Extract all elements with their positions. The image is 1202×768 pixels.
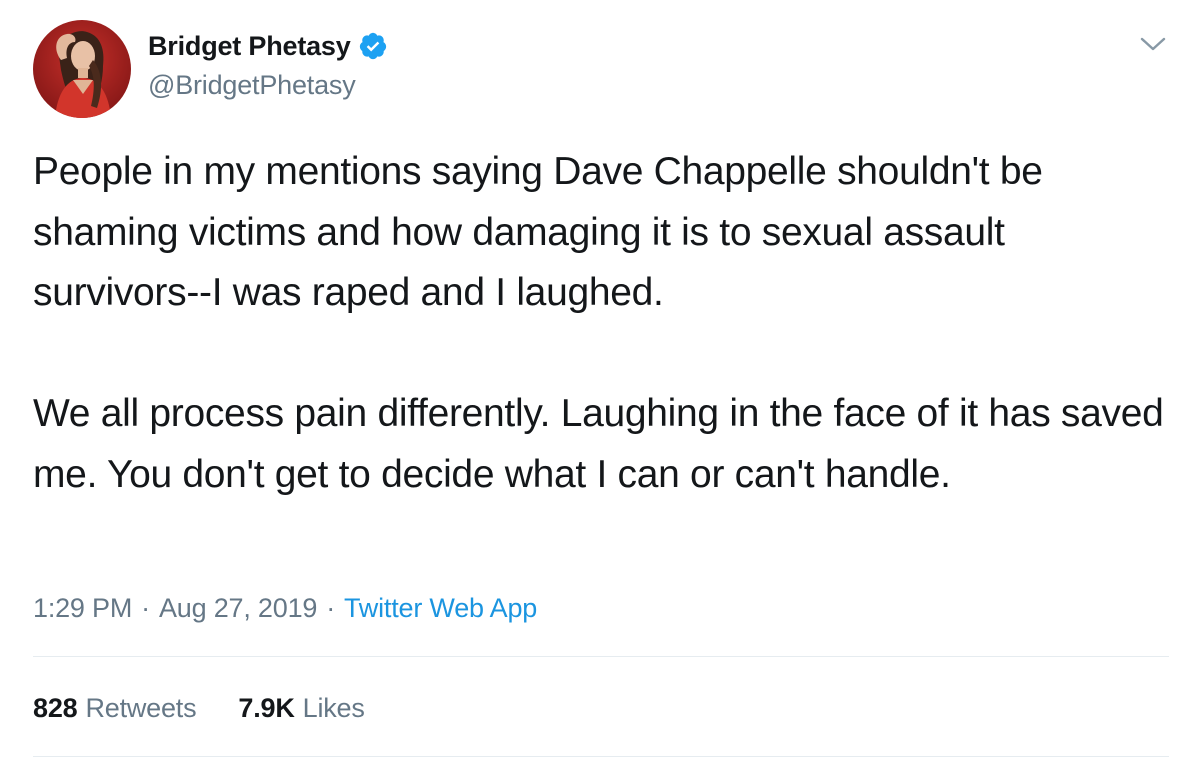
retweets-stat[interactable]: 828 Retweets	[33, 692, 197, 724]
verified-badge-icon	[358, 31, 388, 61]
tweet-paragraph: People in my mentions saying Dave Chappe…	[33, 150, 1043, 314]
meta-separator: ·	[326, 592, 335, 623]
author-display-name[interactable]: Bridget Phetasy	[148, 31, 351, 62]
divider	[33, 756, 1169, 757]
retweets-label: Retweets	[85, 692, 197, 723]
avatar-image	[33, 20, 131, 118]
chevron-down-icon[interactable]	[1136, 30, 1170, 58]
meta-separator: ·	[141, 592, 150, 623]
likes-label: Likes	[302, 692, 365, 723]
likes-count: 7.9K	[238, 692, 295, 723]
author-name-row: Bridget Phetasy	[148, 28, 388, 64]
avatar[interactable]	[33, 20, 131, 118]
tweet-meta: 1:29 PM · Aug 27, 2019 · Twitter Web App	[33, 588, 537, 628]
author-handle[interactable]: @BridgetPhetasy	[148, 70, 356, 101]
tweet-text: People in my mentions saying Dave Chappe…	[33, 142, 1173, 505]
tweet-card: Bridget Phetasy @BridgetPhetasy People i…	[0, 0, 1202, 768]
retweets-count: 828	[33, 692, 78, 723]
tweet-source-link[interactable]: Twitter Web App	[344, 593, 537, 624]
tweet-date[interactable]: Aug 27, 2019	[159, 593, 317, 624]
tweet-stats: 828 Retweets 7.9K Likes	[33, 688, 407, 728]
tweet-time[interactable]: 1:29 PM	[33, 593, 132, 624]
tweet-paragraph: We all process pain differently. Laughin…	[33, 392, 1164, 496]
likes-stat[interactable]: 7.9K Likes	[238, 693, 364, 724]
divider	[33, 656, 1169, 657]
